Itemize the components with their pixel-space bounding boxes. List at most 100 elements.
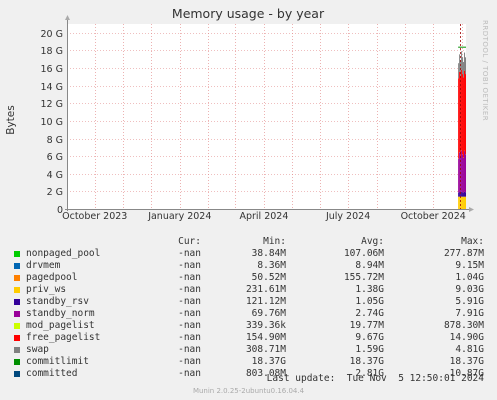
legend-min: 18.37G — [251, 356, 286, 367]
legend-name: commitlimit — [26, 356, 89, 367]
legend-max: 4.81G — [455, 344, 484, 355]
y-tick-label: 14 G — [41, 82, 63, 93]
legend-name: mod_pagelist — [26, 320, 95, 331]
y-tick-label: 4 G — [47, 170, 63, 181]
area-segment-standby_norm — [462, 154, 464, 193]
legend-avg: 1.59G — [355, 344, 384, 355]
last-update: Last update: Tue Nov 5 12:50:01 2024 — [266, 373, 484, 384]
area-segment-swap — [462, 57, 464, 75]
area-segment-standby_rsv — [459, 192, 461, 197]
area-segment-free_pagelist — [464, 70, 466, 151]
legend-row-nonpaged_pool: nonpaged_pool -nan 38.84M 107.06M 277.87M — [0, 248, 497, 260]
y-tick-label: 16 G — [41, 64, 63, 75]
legend-header: Cur: Min: Avg: Max: — [0, 236, 497, 248]
legend-max: 14.90G — [449, 332, 484, 343]
munin-version-footer: Munin 2.0.25-2ubuntu0.16.04.4 — [192, 387, 305, 395]
legend-row-swap: swap -nan 308.71M 1.59G 4.81G — [0, 344, 497, 356]
legend-row-standby_norm: standby_norm -nan 69.76M 2.74G 7.91G — [0, 308, 497, 320]
legend-cur: -nan — [178, 320, 201, 331]
legend-max: 9.03G — [455, 284, 484, 295]
area-segment-free_pagelist — [459, 71, 461, 153]
area-segment-standby_rsv — [465, 192, 466, 197]
legend-name: standby_rsv — [26, 296, 89, 307]
plot-area — [67, 24, 466, 209]
area-segment-priv_ws — [461, 196, 463, 209]
legend-max: 277.87M — [443, 248, 484, 259]
legend-name: standby_norm — [26, 308, 95, 319]
y-tick-label: 18 G — [41, 46, 63, 57]
legend-cur: -nan — [178, 356, 201, 367]
x-tick-label: October 2023 — [62, 211, 127, 222]
area-segment-swap — [459, 54, 461, 72]
y-tick-label: 20 G — [41, 29, 63, 40]
legend-cur: -nan — [178, 308, 201, 319]
legend-avg: 9.67G — [355, 332, 384, 343]
area-segment-standby_norm — [464, 150, 466, 192]
area-segment-standby_rsv — [464, 191, 466, 197]
area-segment-standby_norm — [458, 158, 460, 193]
legend-row-priv_ws: priv_ws -nan 231.61M 1.38G 9.03G — [0, 284, 497, 296]
area-segment-priv_ws — [459, 196, 461, 209]
legend-cur: -nan — [178, 368, 201, 379]
legend-name: pagedpool — [26, 272, 78, 283]
legend-row-drvmem: drvmem -nan 8.36M 8.94M 9.15M — [0, 260, 497, 272]
area-segment-standby_norm — [459, 152, 461, 193]
legend-swatch — [14, 287, 20, 293]
legend-max: 5.91G — [455, 296, 484, 307]
legend-row-pagedpool: pagedpool -nan 50.52M 155.72M 1.04G — [0, 272, 497, 284]
legend-avg: 1.05G — [355, 296, 384, 307]
legend-row-commitlimit: commitlimit -nan 18.37G 18.37G 18.37G — [0, 356, 497, 368]
legend-name: nonpaged_pool — [26, 248, 101, 259]
legend-avg: 18.37G — [349, 356, 384, 367]
legend-min: 339.36k — [245, 320, 286, 331]
y-tick-label: 2 G — [47, 187, 63, 198]
legend-max: 878.30M — [443, 320, 484, 331]
y-tick-label: 12 G — [41, 99, 63, 110]
legend-name: swap — [26, 344, 49, 355]
area-segment-free_pagelist — [463, 77, 465, 158]
legend-cur: -nan — [178, 260, 201, 271]
x-tick-label: April 2024 — [239, 211, 288, 222]
area-segment-priv_ws — [463, 196, 465, 209]
legend-min: 231.61M — [245, 284, 286, 295]
legend-name: drvmem — [26, 260, 61, 271]
legend-swatch — [14, 251, 20, 257]
legend-swatch — [14, 359, 20, 365]
area-segment-standby_norm — [463, 157, 465, 193]
legend-swatch — [14, 275, 20, 281]
area-segment-swap — [463, 62, 465, 78]
legend-swatch — [14, 299, 20, 305]
legend-swatch — [14, 263, 20, 269]
legend-cur: -nan — [178, 296, 201, 307]
legend-min: 69.76M — [251, 308, 286, 319]
y-tick-label: 10 G — [41, 117, 63, 128]
legend-min: 50.52M — [251, 272, 286, 283]
legend-avg: 155.72M — [343, 272, 384, 283]
legend-avg: 19.77M — [349, 320, 384, 331]
legend-table: Cur: Min: Avg: Max: nonpaged_pool -nan 38.… — [0, 236, 497, 380]
area-segment-free_pagelist — [462, 74, 464, 155]
legend-min: 154.90M — [245, 332, 286, 343]
area-segment-swap — [465, 57, 466, 75]
legend-swatch — [14, 323, 20, 329]
legend-avg: 8.94M — [355, 260, 384, 271]
area-segment-free_pagelist — [461, 69, 463, 150]
area-segment-standby_rsv — [461, 191, 463, 197]
legend-min: 8.36M — [257, 260, 286, 271]
y-tick-label: 6 G — [47, 152, 63, 163]
legend-max: 9.15M — [455, 260, 484, 271]
area-segment-standby_norm — [465, 154, 466, 193]
memory-chart: Memory usage - by year Bytes 02 G4 G6 G8… — [5, 6, 474, 222]
legend-min: 308.71M — [245, 344, 286, 355]
legend-avg: 2.74G — [355, 308, 384, 319]
x-axis-arrow-icon — [469, 207, 474, 212]
area-segment-standby_rsv — [458, 192, 460, 197]
legend-max: 1.04G — [455, 272, 484, 283]
legend-max: 18.37G — [449, 356, 484, 367]
header-avg: Avg: — [361, 236, 384, 247]
legend-name: committed — [26, 368, 78, 379]
area-segment-swap — [458, 63, 460, 79]
legend-row-standby_rsv: standby_rsv -nan 121.12M 1.05G 5.91G — [0, 296, 497, 308]
area-segment-standby_rsv — [463, 192, 465, 197]
legend-cur: -nan — [178, 332, 201, 343]
